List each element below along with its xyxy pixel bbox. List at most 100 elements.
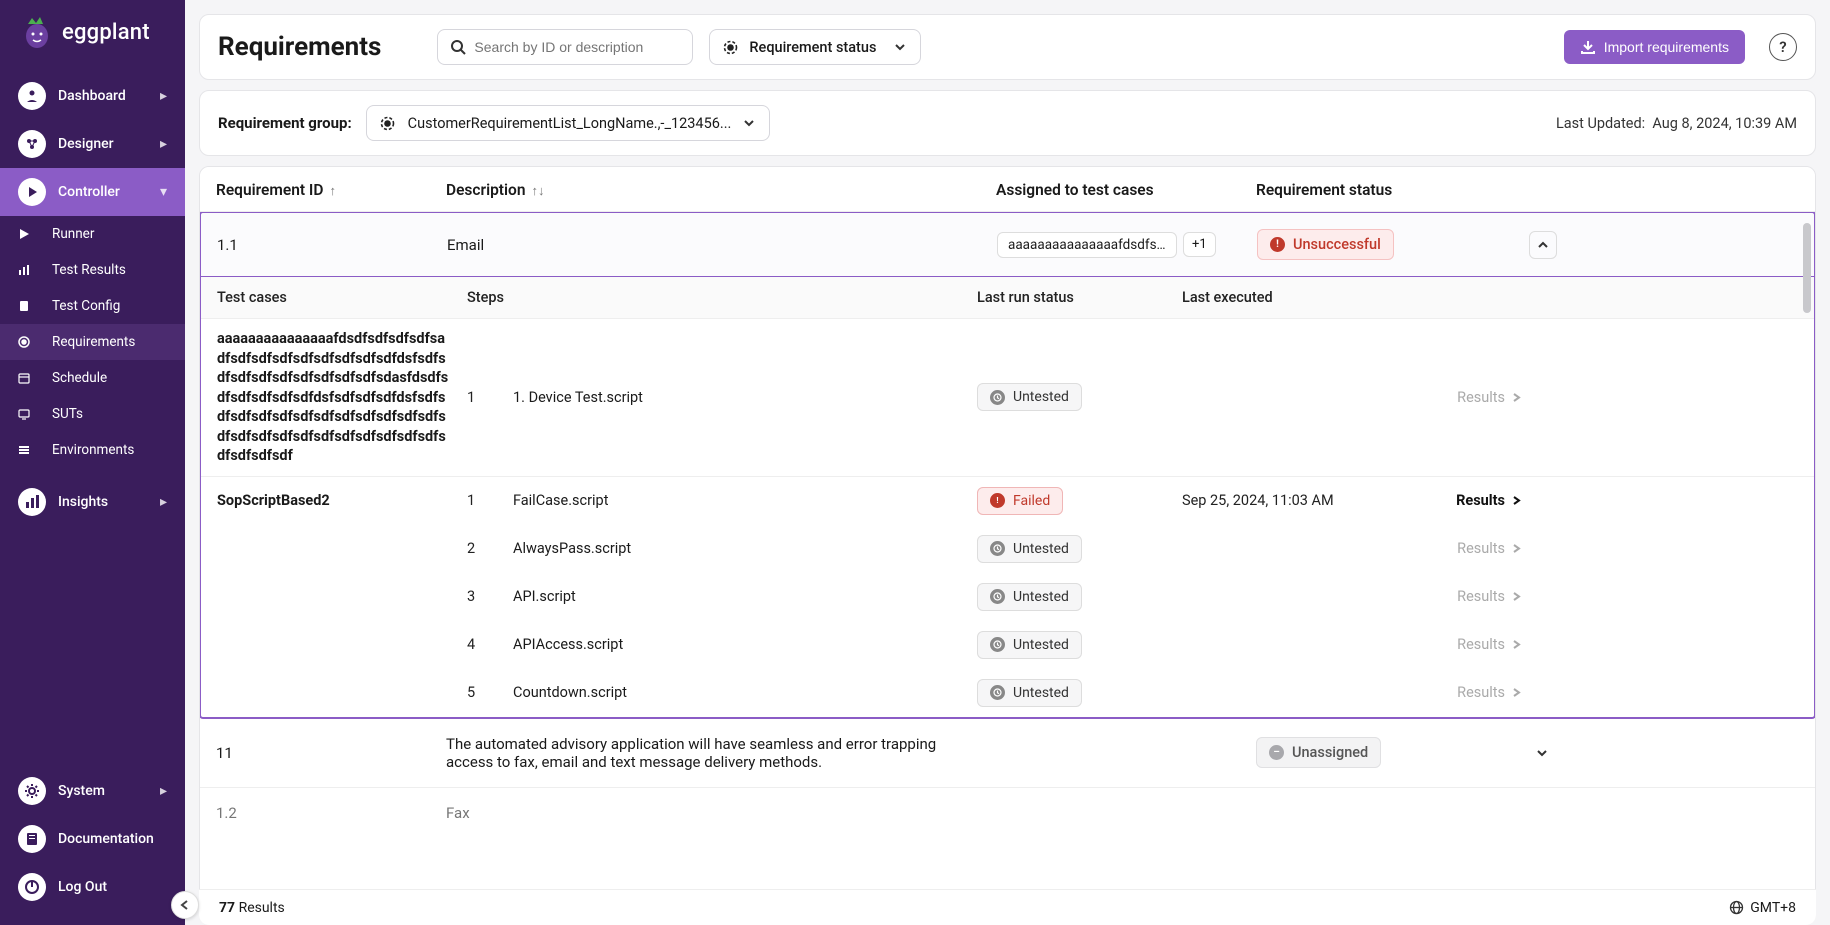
requirement-row[interactable]: 11 The automated advisory application wi… [200,719,1815,788]
nav-sub-suts[interactable]: SUTs [0,396,185,432]
test-case-name: SopScriptBased2 [217,491,467,511]
sort-both-icon: ↑↓ [531,184,544,199]
play-icon [16,226,32,242]
nav-controller-label: Controller [58,184,120,200]
col-requirement-id[interactable]: Requirement ID↑ [216,181,446,199]
doc-icon [18,825,46,853]
results-link[interactable]: Results [1422,540,1522,557]
status-cell: ! Unsuccessful [1257,229,1517,260]
nav-documentation[interactable]: Documentation [0,815,185,863]
logout-icon [18,873,46,901]
dash-icon: – [1269,745,1284,760]
group-dropdown[interactable]: CustomerRequirementList_LongName.,-_1234… [366,105,771,141]
status-cell: – Unassigned [1256,737,1516,768]
test-case-step-row: 3API.scriptUntestedResults [201,573,1814,621]
script-name: APIAccess.script [513,636,977,653]
collapse-sidebar-button[interactable] [171,891,199,919]
test-case-step-row: SopScriptBased21FailCase.script!FailedSe… [201,476,1814,525]
help-button[interactable]: ? [1769,33,1797,61]
requirement-row[interactable]: 1.2 Fax [200,788,1815,838]
sort-up-icon: ↑ [329,184,336,199]
req-desc: Fax [446,804,996,822]
script-name: 1. Device Test.script [513,389,977,406]
gear-icon [18,777,46,805]
run-badge-untested: Untested [977,631,1082,659]
eggplant-icon [18,14,54,50]
run-badge-untested: Untested [977,383,1082,411]
step-number: 4 [467,636,513,653]
test-case-step-row: 5Countdown.scriptUntestedResults [201,669,1814,717]
nav-sub-test-results[interactable]: Test Results [0,252,185,288]
search-input-wrapper[interactable] [437,29,693,65]
req-id: 1.2 [216,804,446,822]
insights-icon [18,488,46,516]
scrollbar-track[interactable] [1801,223,1813,241]
chevron-right-icon [1511,543,1522,554]
target-icon [16,334,32,350]
script-name: Countdown.script [513,684,977,701]
nav-sub-schedule[interactable]: Schedule [0,360,185,396]
sidebar: eggplant Dashboard ▸ Designer ▸ Controll… [0,0,185,925]
search-input[interactable] [474,39,680,55]
table-rows-scroll[interactable]: 1.1 Email aaaaaaaaaaaaaaafdsdfsdfs... +1… [200,212,1815,924]
chevron-right-icon: ▸ [160,783,167,799]
nav-sub-environments[interactable]: Environments [0,432,185,468]
collapse-row-button[interactable] [1529,231,1557,259]
monitor-icon [16,406,32,422]
nav-sub-runner[interactable]: Runner [0,216,185,252]
status-filter-dropdown[interactable]: Requirement status [709,29,921,65]
req-desc: The automated advisory application will … [446,735,996,771]
col-description[interactable]: Description↑↓ [446,181,996,199]
results-link[interactable]: Results [1422,389,1522,406]
chevron-right-icon [1511,392,1522,403]
clock-icon [990,589,1005,604]
nav-sub-requirements[interactable]: Requirements [0,324,185,360]
status-badge-unsuccessful: ! Unsuccessful [1257,229,1394,260]
step-number: 3 [467,588,513,605]
clock-icon [990,637,1005,652]
chevron-right-icon [1511,687,1522,698]
expand-row-button[interactable] [1528,739,1556,767]
more-pill[interactable]: +1 [1183,232,1216,257]
target-icon [722,39,739,56]
chart-icon [16,262,32,278]
brand-name: eggplant [62,20,150,45]
nav-sub-test-config[interactable]: Test Config [0,288,185,324]
page-title: Requirements [218,32,381,62]
dashboard-icon [18,82,46,110]
results-link[interactable]: Results [1422,588,1522,605]
timezone-indicator[interactable]: GMT+8 [1729,900,1796,916]
results-link[interactable]: Results [1422,684,1522,701]
column-headers: Requirement ID↑ Description↑↓ Assigned t… [200,167,1815,212]
status-badge-unassigned: – Unassigned [1256,737,1381,768]
col-status: Requirement status [1256,181,1516,199]
designer-icon [18,130,46,158]
test-case-pill[interactable]: aaaaaaaaaaaaaaafdsdfsdfs... [997,232,1177,258]
chevron-down-icon: ▾ [160,184,167,200]
group-bar: Requirement group: CustomerRequirementLi… [199,90,1816,156]
results-link[interactable]: Results [1422,492,1522,509]
nav-designer[interactable]: Designer ▸ [0,120,185,168]
run-badge-untested: Untested [977,583,1082,611]
step-number: 5 [467,684,513,701]
chevron-right-icon: ▸ [160,494,167,510]
chevron-down-icon [743,117,755,129]
document-icon [16,298,32,314]
svg-text:!: ! [996,496,998,505]
col-assigned: Assigned to test cases [996,181,1256,199]
scrollbar-thumb[interactable] [1803,223,1811,313]
main-content: Requirements Requirement status Import r… [185,0,1830,925]
header-bar: Requirements Requirement status Import r… [199,14,1816,80]
nav-system[interactable]: System ▸ [0,767,185,815]
import-requirements-button[interactable]: Import requirements [1564,30,1745,64]
nav-insights[interactable]: Insights ▸ [0,478,185,526]
requirement-row[interactable]: 1.1 Email aaaaaaaaaaaaaaafdsdfsdfs... +1… [200,212,1815,278]
results-count: 77 Results [219,900,285,916]
script-name: FailCase.script [513,492,977,509]
nav-logout[interactable]: Log Out [0,863,185,911]
req-id: 1.1 [217,236,447,254]
assigned-pills: aaaaaaaaaaaaaaafdsdfsdfs... +1 [997,232,1257,258]
results-link[interactable]: Results [1422,636,1522,653]
nav-controller[interactable]: Controller ▾ [0,168,185,216]
nav-dashboard[interactable]: Dashboard ▸ [0,72,185,120]
